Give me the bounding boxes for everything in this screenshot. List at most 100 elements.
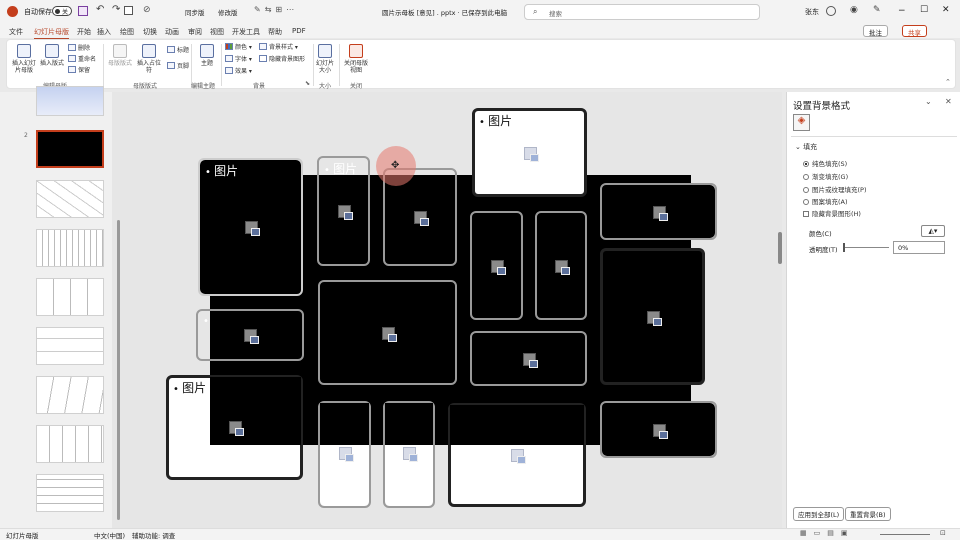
fill-bucket-tab-icon[interactable]: ◈ <box>793 114 810 131</box>
picture-placeholder[interactable]: 图片 <box>472 108 587 197</box>
picture-placeholder[interactable]: 图片 <box>198 158 303 296</box>
picture-placeholder[interactable] <box>535 211 587 320</box>
accessibility-status[interactable]: 辅助功能: 调查 <box>132 530 175 540</box>
redo-icon[interactable]: ↷ <box>112 4 120 15</box>
picture-icon[interactable] <box>555 259 570 275</box>
qat-icons[interactable]: ✎⇆⊞⋯ <box>254 5 298 14</box>
collapse-ribbon-icon[interactable]: ⌃ <box>945 78 951 86</box>
picture-placeholder[interactable]: 图片 <box>166 375 303 480</box>
picture-icon[interactable] <box>228 421 244 436</box>
picture-placeholder[interactable] <box>383 401 435 508</box>
qat-item-2[interactable]: 修改版 <box>218 7 238 17</box>
insert-placeholder-button[interactable]: 插入占位符 <box>135 44 163 74</box>
pane-close-icon[interactable]: ✕ <box>945 97 952 106</box>
delete-button[interactable]: 删除 <box>68 44 90 53</box>
view-buttons[interactable]: ▦▭▤▣ <box>800 529 854 537</box>
title-checkbox[interactable]: 标题 <box>167 46 189 55</box>
picture-placeholder[interactable] <box>600 248 705 385</box>
pattern-fill-radio[interactable]: 图案填充(A) <box>803 196 848 206</box>
dialog-launcher-icon[interactable]: ⬊ <box>305 80 310 87</box>
reset-background-button[interactable]: 重置背景(B) <box>845 507 891 521</box>
slide-thumbnail[interactable] <box>36 180 104 218</box>
picture-icon[interactable] <box>244 221 260 236</box>
picture-icon[interactable] <box>403 447 418 462</box>
tab-help[interactable]: 帮助 <box>268 27 282 37</box>
preserve-button[interactable]: 保留 <box>68 66 90 75</box>
effects-dropdown[interactable]: 效果 ▾ <box>225 67 252 76</box>
tab-transitions[interactable]: 切换 <box>143 27 157 37</box>
search-box[interactable]: ⌕ 搜索 <box>524 4 760 20</box>
lightbulb-icon[interactable]: ◉ <box>850 5 858 15</box>
background-styles-dropdown[interactable]: 背景样式 ▾ <box>259 43 298 52</box>
minimize-icon[interactable]: − <box>898 6 906 16</box>
tab-file[interactable]: 文件 <box>9 27 23 37</box>
slide-thumbnail-selected[interactable]: 2 <box>24 130 104 168</box>
transparency-input[interactable]: 0% <box>893 241 945 254</box>
tab-home[interactable]: 开始 <box>77 27 91 37</box>
picture-icon[interactable] <box>337 205 353 220</box>
pen-icon[interactable]: ✎ <box>873 5 881 15</box>
rename-button[interactable]: 重命名 <box>68 55 96 64</box>
slider-thumb[interactable] <box>843 243 845 252</box>
status-language[interactable]: 中文(中国) <box>94 530 125 540</box>
slide-thumbnail[interactable] <box>36 86 104 116</box>
slide-thumbnail[interactable] <box>36 229 104 267</box>
picture-placeholder[interactable] <box>196 309 304 361</box>
file-title[interactable]: 圆片示母板 [意见] . pptx · 已保存到此电脑 <box>382 7 507 17</box>
user-name[interactable]: 张东 <box>805 7 819 17</box>
picture-icon[interactable] <box>652 423 668 439</box>
slide-thumbnail[interactable] <box>36 278 104 316</box>
tab-review[interactable]: 审阅 <box>188 27 202 37</box>
insert-slide-master-button[interactable]: 插入幻灯片母版 <box>11 44 37 74</box>
slide-size-button[interactable]: 幻灯片大小 <box>315 44 335 74</box>
slide-thumbnail[interactable] <box>36 425 104 463</box>
insert-layout-button[interactable]: 插入版式 <box>39 44 65 67</box>
hide-background-graphics-checkbox[interactable]: 隐藏背景图形(H) <box>803 208 861 218</box>
picture-placeholder[interactable] <box>470 331 587 386</box>
slide-thumbnail[interactable] <box>36 327 104 365</box>
vertical-scrollbar[interactable] <box>778 232 782 264</box>
solid-fill-radio[interactable]: 纯色填充(S) <box>803 158 847 168</box>
picture-placeholder[interactable] <box>470 211 523 320</box>
picture-icon[interactable] <box>523 146 539 162</box>
zoom-slider[interactable] <box>880 534 930 535</box>
tab-pdf[interactable]: PDF <box>292 27 306 35</box>
tab-draw[interactable]: 绘图 <box>120 27 134 37</box>
tab-developer[interactable]: 开发工具 <box>232 27 260 37</box>
pane-options-icon[interactable]: ⌄ <box>925 97 932 106</box>
hide-background-checkbox[interactable]: 隐藏背景图形 <box>259 55 305 64</box>
close-master-view-button[interactable]: 关闭母版视图 <box>342 44 370 74</box>
picture-icon[interactable] <box>511 449 526 464</box>
picture-icon[interactable] <box>244 329 259 344</box>
fit-slide-icon[interactable]: ⊡ <box>940 529 946 537</box>
thumbnail-scrollbar[interactable] <box>117 220 120 520</box>
picture-placeholder[interactable] <box>600 401 717 458</box>
picture-icon[interactable] <box>646 310 662 326</box>
picture-placeholder[interactable]: 图片 <box>317 156 370 266</box>
picture-placeholder[interactable] <box>318 401 371 508</box>
slide-thumbnail[interactable] <box>36 474 104 512</box>
tab-view[interactable]: 视图 <box>210 27 224 37</box>
apply-to-all-button[interactable]: 应用到全部(L) <box>793 507 845 521</box>
gradient-fill-radio[interactable]: 渐变填充(G) <box>803 171 848 181</box>
picture-placeholder[interactable] <box>600 183 717 240</box>
qat-item-1[interactable]: 同步版 <box>185 7 205 17</box>
avatar-icon[interactable] <box>826 6 836 16</box>
picture-icon[interactable] <box>338 447 354 462</box>
picture-placeholder[interactable] <box>318 280 457 385</box>
master-layout-button[interactable]: 母版版式 <box>107 44 133 67</box>
picture-icon[interactable] <box>381 326 397 342</box>
colors-dropdown[interactable]: 颜色 ▾ <box>225 43 252 52</box>
picture-icon[interactable] <box>414 211 429 226</box>
themes-button[interactable]: 主题 <box>195 44 219 67</box>
undo-icon[interactable]: ↶ <box>96 4 104 15</box>
share-button[interactable]: 共享 <box>902 25 927 37</box>
format-painter-icon[interactable]: ⊘ <box>143 5 151 15</box>
fonts-dropdown[interactable]: 字体 ▾ <box>225 55 252 64</box>
picture-fill-radio[interactable]: 图片或纹理填充(P) <box>803 184 867 194</box>
checkbox-icon[interactable] <box>124 6 133 15</box>
close-icon[interactable]: ✕ <box>942 5 950 15</box>
save-icon[interactable] <box>78 6 88 16</box>
tab-insert[interactable]: 插入 <box>97 27 111 37</box>
fill-section-header[interactable]: ⌄ 填充 <box>795 142 817 152</box>
